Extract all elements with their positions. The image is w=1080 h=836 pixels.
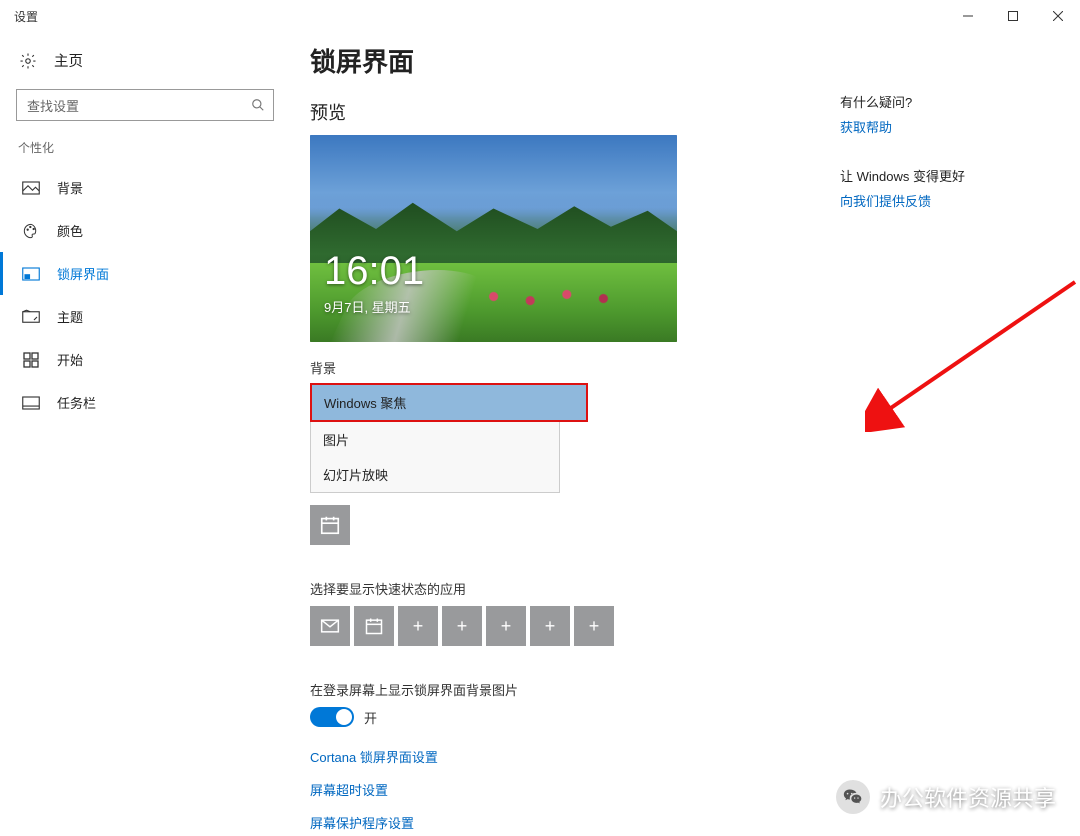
sidebar-item-colors[interactable]: 颜色 (0, 209, 290, 252)
sidebar-item-label: 颜色 (57, 221, 83, 240)
sidebar-item-lockscreen[interactable]: 锁屏界面 (0, 252, 290, 295)
plus-icon: + (545, 616, 556, 637)
minimize-button[interactable] (945, 0, 990, 32)
quick-status-tile-add[interactable]: + (442, 606, 482, 646)
quick-status-tile-add[interactable]: + (574, 606, 614, 646)
picture-icon (21, 180, 41, 196)
lockscreen-preview: 16:01 9月7日, 星期五 (310, 135, 677, 342)
quick-status-tile-add[interactable]: + (530, 606, 570, 646)
quick-status-label: 选择要显示快速状态的应用 (310, 579, 840, 598)
window-controls (945, 0, 1080, 32)
sidebar-group-label: 个性化 (0, 139, 290, 166)
sidebar-item-themes[interactable]: 主题 (0, 295, 290, 338)
window-title: 设置 (14, 8, 38, 25)
help-link-feedback[interactable]: 向我们提供反馈 (840, 191, 1056, 210)
plus-icon: + (501, 616, 512, 637)
lockscreen-icon (21, 266, 41, 282)
link-screensaver[interactable]: 屏幕保护程序设置 (310, 813, 840, 832)
home-label: 主页 (54, 50, 83, 71)
close-button[interactable] (1035, 0, 1080, 32)
taskbar-icon (21, 395, 41, 411)
help-link-get-help[interactable]: 获取帮助 (840, 117, 1056, 136)
sidebar-item-label: 锁屏界面 (57, 264, 109, 283)
sidebar-item-label: 背景 (57, 178, 83, 197)
quick-status-tile-calendar[interactable] (354, 606, 394, 646)
help-question: 有什么疑问? (840, 92, 1056, 111)
dropdown-option-picture[interactable]: 图片 (311, 422, 559, 457)
watermark-text: 办公软件资源共享 (880, 781, 1056, 813)
search-input[interactable]: 查找设置 (16, 89, 274, 121)
search-placeholder: 查找设置 (27, 96, 251, 115)
background-label: 背景 (310, 358, 840, 377)
preview-date: 9月7日, 星期五 (324, 297, 411, 316)
theme-icon (21, 309, 41, 325)
start-icon (21, 352, 41, 368)
toggle-state-label: 开 (364, 708, 377, 727)
sidebar-item-start[interactable]: 开始 (0, 338, 290, 381)
sidebar-item-background[interactable]: 背景 (0, 166, 290, 209)
link-screen-timeout[interactable]: 屏幕超时设置 (310, 780, 840, 799)
sidebar-nav: 背景 颜色 锁屏界面 主题 (0, 166, 290, 424)
sidebar-item-label: 开始 (57, 350, 83, 369)
plus-icon: + (589, 616, 600, 637)
preview-clock: 16:01 (324, 249, 424, 294)
sidebar-item-label: 主题 (57, 307, 83, 326)
dropdown-option-spotlight[interactable]: Windows 聚焦 (312, 385, 586, 420)
preview-label: 预览 (310, 99, 840, 125)
page-title: 锁屏界面 (310, 42, 840, 79)
feedback-heading: 让 Windows 变得更好 (840, 166, 1056, 185)
sidebar: 主页 查找设置 个性化 背景 颜色 (0, 32, 290, 836)
plus-icon: + (413, 616, 424, 637)
sidebar-item-label: 任务栏 (57, 393, 96, 412)
calendar-icon (364, 616, 384, 636)
quick-status-row: + + + + + (310, 606, 840, 646)
search-icon (251, 98, 265, 112)
background-dropdown-list: 图片 幻灯片放映 (310, 422, 560, 493)
quick-status-tile-mail[interactable] (310, 606, 350, 646)
detailed-status-app-tile[interactable] (310, 505, 350, 545)
plus-icon: + (457, 616, 468, 637)
wechat-icon (836, 780, 870, 814)
maximize-button[interactable] (990, 0, 1035, 32)
palette-icon (21, 223, 41, 239)
home-button[interactable]: 主页 (0, 40, 290, 81)
content: 锁屏界面 预览 16:01 9月7日, 星期五 背景 Windows 聚焦 图片… (290, 32, 840, 836)
show-background-label: 在登录屏幕上显示锁屏界面背景图片 (310, 680, 840, 699)
quick-status-tile-add[interactable]: + (486, 606, 526, 646)
gear-icon (18, 51, 38, 71)
sidebar-item-taskbar[interactable]: 任务栏 (0, 381, 290, 424)
background-dropdown[interactable]: Windows 聚焦 (310, 383, 588, 422)
watermark: 办公软件资源共享 (836, 780, 1056, 814)
help-panel: 有什么疑问? 获取帮助 让 Windows 变得更好 向我们提供反馈 (840, 32, 1080, 836)
calendar-icon (319, 514, 341, 536)
mail-icon (320, 618, 340, 634)
show-background-toggle[interactable] (310, 707, 354, 727)
link-cortana-settings[interactable]: Cortana 锁屏界面设置 (310, 747, 840, 766)
dropdown-option-slideshow[interactable]: 幻灯片放映 (311, 457, 559, 492)
quick-status-tile-add[interactable]: + (398, 606, 438, 646)
window-titlebar: 设置 (0, 0, 1080, 32)
